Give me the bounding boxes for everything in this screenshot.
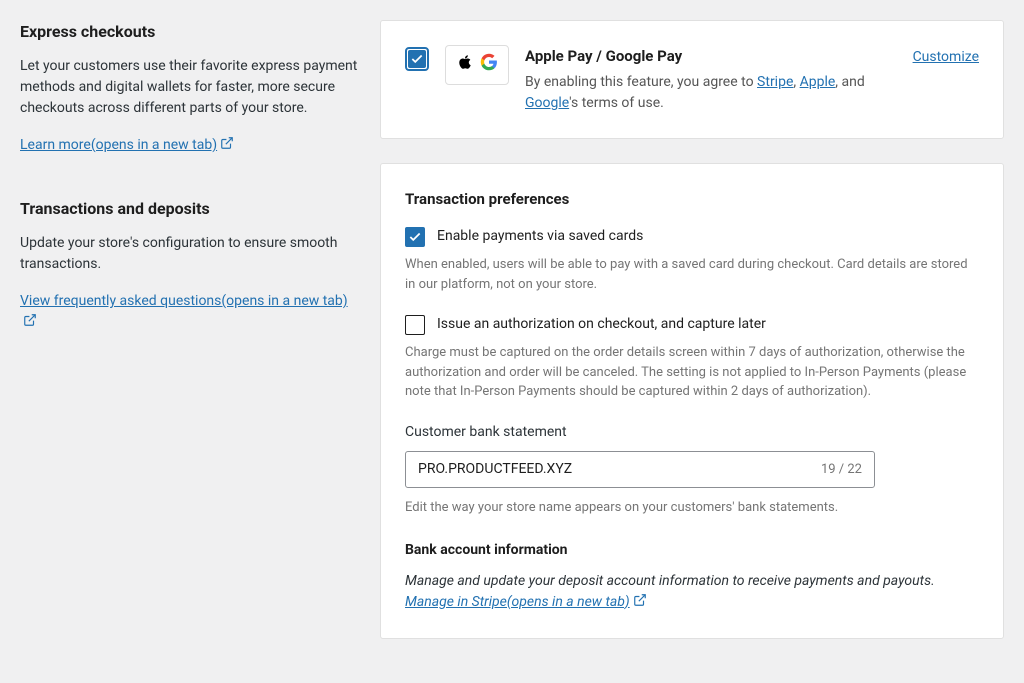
customize-link[interactable]: Customize	[913, 45, 979, 68]
google-icon	[480, 53, 498, 78]
external-link-icon	[633, 593, 647, 614]
section-description: Let your customers use their favorite ex…	[20, 56, 360, 119]
express-checkout-card: Apple Pay / Google Pay By enabling this …	[380, 20, 1004, 139]
statement-label: Customer bank statement	[405, 422, 979, 443]
manage-in-stripe-link[interactable]: Manage in Stripe(opens in a new tab)	[405, 594, 647, 610]
external-link-icon	[220, 136, 234, 157]
section-description: Update your store's configuration to ens…	[20, 233, 360, 275]
main-content: Apple Pay / Google Pay By enabling this …	[380, 20, 1004, 663]
transaction-prefs-heading: Transaction preferences	[405, 188, 979, 211]
apple-link[interactable]: Apple	[800, 74, 836, 90]
saved-cards-label: Enable payments via saved cards	[437, 226, 643, 247]
authorization-label: Issue an authorization on checkout, and …	[437, 314, 766, 335]
google-link[interactable]: Google	[525, 95, 569, 111]
bank-desc: Manage and update your deposit account i…	[405, 571, 979, 614]
settings-sidebar: Express checkouts Let your customers use…	[20, 20, 360, 663]
payment-logos	[445, 45, 509, 85]
transaction-preferences-card: Transaction preferences Enable payments …	[380, 163, 1004, 639]
section-heading: Express checkouts	[20, 20, 360, 44]
express-checkouts-section: Express checkouts Let your customers use…	[20, 20, 360, 157]
statement-input-wrap: 19 / 22	[405, 451, 875, 489]
express-method-title: Apple Pay / Google Pay	[525, 45, 897, 68]
learn-more-link[interactable]: Learn more(opens in a new tab)	[20, 137, 234, 153]
authorization-checkbox[interactable]	[405, 315, 425, 335]
apple-icon	[456, 52, 474, 79]
express-method-desc: By enabling this feature, you agree to S…	[525, 72, 897, 114]
bank-heading: Bank account information	[405, 540, 979, 561]
external-link-icon	[23, 313, 37, 334]
section-heading: Transactions and deposits	[20, 197, 360, 221]
apple-google-pay-checkbox[interactable]	[405, 47, 429, 71]
saved-cards-help: When enabled, users will be able to pay …	[405, 255, 979, 294]
statement-help: Edit the way your store name appears on …	[405, 498, 979, 518]
saved-cards-checkbox[interactable]	[405, 227, 425, 247]
char-count: 19 / 22	[821, 460, 862, 480]
statement-input[interactable]	[418, 461, 821, 477]
faq-link[interactable]: View frequently asked questions(opens in…	[20, 293, 348, 330]
stripe-link[interactable]: Stripe	[757, 74, 793, 90]
transactions-section: Transactions and deposits Update your st…	[20, 197, 360, 334]
authorization-help: Charge must be captured on the order det…	[405, 343, 979, 402]
